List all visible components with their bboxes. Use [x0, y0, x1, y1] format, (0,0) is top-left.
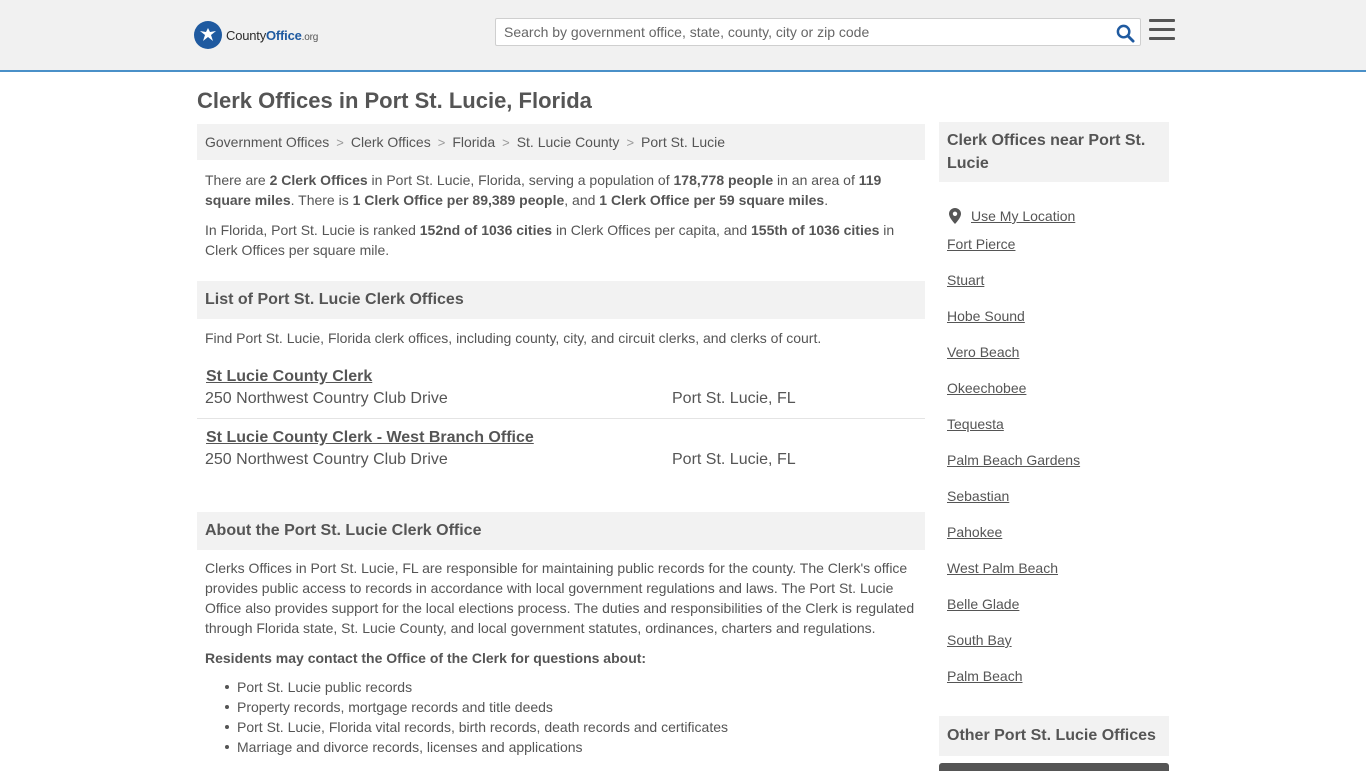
intro-text: , and	[564, 192, 600, 208]
chevron-right-icon: >	[336, 134, 344, 150]
nearby-city-link[interactable]: Belle Glade	[947, 594, 1169, 630]
residents-topics-list: Port St. Lucie public records Property r…	[197, 677, 925, 757]
nearby-city-link[interactable]: South Bay	[947, 630, 1169, 666]
office-city: Port St. Lucie, FL	[672, 390, 796, 407]
office-city: Port St. Lucie, FL	[672, 451, 796, 468]
office-details: 250 Northwest Country Club Drive Port St…	[205, 390, 917, 408]
site-header: CountyOffice.org	[0, 0, 1366, 72]
list-item: Port St. Lucie public records	[225, 677, 925, 697]
search-button[interactable]	[1114, 22, 1136, 44]
office-name-link[interactable]: St Lucie County Clerk - West Branch Offi…	[206, 429, 534, 447]
use-my-location-link[interactable]: Use My Location	[947, 198, 1169, 234]
intro-text: .	[824, 192, 829, 208]
chevron-right-icon: >	[626, 134, 635, 150]
intro-text: in Port St. Lucie, Florida, serving a po…	[367, 172, 674, 188]
breadcrumb: Government Offices > Clerk Offices > Flo…	[197, 124, 925, 160]
other-offices-panel-edge	[939, 763, 1169, 771]
intro-text: In Florida, Port St. Lucie is ranked	[205, 222, 420, 238]
list-item: Property records, mortgage records and t…	[225, 697, 925, 717]
page-title: Clerk Offices in Port St. Lucie, Florida	[197, 88, 592, 113]
intro-paragraph-2: In Florida, Port St. Lucie is ranked 152…	[197, 220, 925, 260]
intro-text: . There is	[290, 192, 353, 208]
list-item: Port St. Lucie, Florida vital records, b…	[225, 717, 925, 737]
sidebar-heading: Clerk Offices near Port St. Lucie	[939, 122, 1169, 182]
logo-org: .org	[301, 31, 319, 43]
chevron-right-icon: >	[502, 134, 510, 150]
intro-text: in an area of	[773, 172, 859, 188]
office-list-item: St Lucie County Clerk - West Branch Offi…	[197, 429, 925, 469]
intro-text: in Clerk Offices per capita, and	[552, 222, 752, 238]
office-address: 250 Northwest Country Club Drive	[205, 390, 448, 407]
other-offices-heading: Other Port St. Lucie Offices	[939, 716, 1169, 756]
nearby-city-link[interactable]: Tequesta	[947, 414, 1169, 450]
logo-county: County	[226, 27, 266, 43]
search-input[interactable]	[496, 19, 1106, 45]
breadcrumb-clerk-offices[interactable]: Clerk Offices	[351, 134, 431, 150]
list-section-description: Find Port St. Lucie, Florida clerk offic…	[205, 330, 822, 346]
residents-heading: Residents may contact the Office of the …	[205, 650, 647, 666]
intro-office-count: 2 Clerk Offices	[269, 172, 368, 188]
list-item: Marriage and divorce records, licenses a…	[225, 737, 925, 757]
logo-office: Office	[266, 27, 302, 43]
hamburger-menu-icon[interactable]	[1149, 19, 1175, 43]
map-pin-icon	[949, 208, 961, 224]
rank-per-area: 155th of 1036 cities	[751, 222, 880, 238]
nearby-city-link[interactable]: Okeechobee	[947, 378, 1169, 414]
nearby-city-link[interactable]: Hobe Sound	[947, 306, 1169, 342]
site-logo[interactable]: CountyOffice.org	[194, 20, 318, 50]
nearby-city-link[interactable]: Sebastian	[947, 486, 1169, 522]
nearby-cities-list: Use My Location Fort Pierce Stuart Hobe …	[939, 198, 1169, 702]
search-icon	[1116, 24, 1135, 43]
breadcrumb-florida[interactable]: Florida	[452, 134, 495, 150]
search-box	[495, 18, 1141, 46]
intro-population: 178,778 people	[673, 172, 774, 188]
list-section-heading: List of Port St. Lucie Clerk Offices	[197, 281, 925, 319]
about-section-body: Clerks Offices in Port St. Lucie, FL are…	[205, 560, 915, 636]
main-content: Government Offices > Clerk Offices > Flo…	[197, 124, 925, 757]
sidebar: Clerk Offices near Port St. Lucie Use My…	[939, 122, 1169, 771]
intro-paragraph-1: There are 2 Clerk Offices in Port St. Lu…	[197, 170, 925, 210]
use-my-location-label: Use My Location	[971, 208, 1076, 224]
nearby-city-link[interactable]: Vero Beach	[947, 342, 1169, 378]
office-list-item: St Lucie County Clerk 250 Northwest Coun…	[197, 368, 925, 408]
about-section-heading: About the Port St. Lucie Clerk Office	[197, 512, 925, 550]
divider	[197, 418, 925, 419]
nearby-city-link[interactable]: West Palm Beach	[947, 558, 1169, 594]
logo-wordmark: CountyOffice.org	[226, 28, 318, 43]
nearby-city-link[interactable]: Palm Beach Gardens	[947, 450, 1169, 486]
eagle-seal-icon	[194, 21, 222, 49]
breadcrumb-government-offices[interactable]: Government Offices	[205, 134, 329, 150]
nearby-city-link[interactable]: Pahokee	[947, 522, 1169, 558]
office-address: 250 Northwest Country Club Drive	[205, 451, 448, 468]
breadcrumb-st-lucie-county[interactable]: St. Lucie County	[517, 134, 620, 150]
office-name-link[interactable]: St Lucie County Clerk	[206, 368, 372, 386]
chevron-right-icon: >	[437, 134, 446, 150]
nearby-city-link[interactable]: Stuart	[947, 270, 1169, 306]
breadcrumb-port-st-lucie[interactable]: Port St. Lucie	[641, 134, 725, 150]
rank-per-capita: 152nd of 1036 cities	[419, 222, 553, 238]
intro-per-people: 1 Clerk Office per 89,389 people	[352, 192, 565, 208]
nearby-city-link[interactable]: Palm Beach	[947, 666, 1169, 702]
intro-text: There are	[205, 172, 270, 188]
office-details: 250 Northwest Country Club Drive Port St…	[205, 451, 917, 469]
intro-per-area: 1 Clerk Office per 59 square miles	[599, 192, 825, 208]
nearby-city-link[interactable]: Fort Pierce	[947, 234, 1169, 270]
